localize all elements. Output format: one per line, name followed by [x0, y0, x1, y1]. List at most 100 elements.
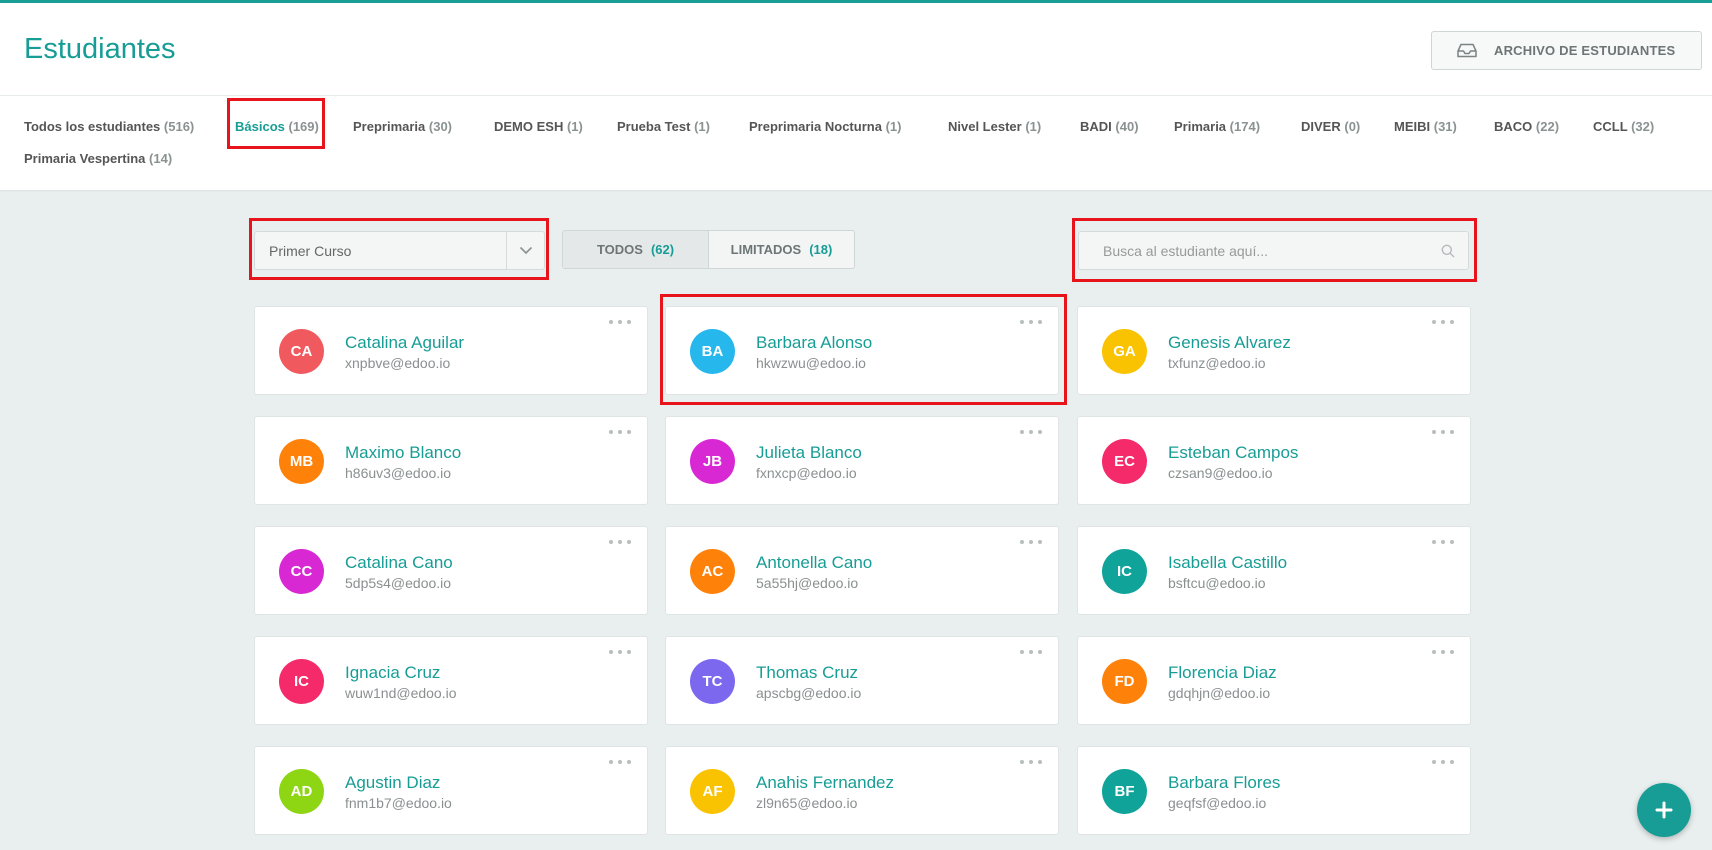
filter-todos-button[interactable]: TODOS (62) — [563, 231, 709, 268]
student-email: txfunz@edoo.io — [1168, 355, 1266, 371]
student-card[interactable]: AD Agustin Diaz fnm1b7@edoo.io — [254, 746, 648, 835]
more-options-icon[interactable] — [1020, 645, 1042, 659]
student-card[interactable]: BA Barbara Alonso hkwzwu@edoo.io — [665, 306, 1059, 395]
tab-meibi[interactable]: MEIBI (31) — [1394, 119, 1457, 134]
plus-icon — [1655, 801, 1673, 819]
student-card[interactable]: CC Catalina Cano 5dp5s4@edoo.io — [254, 526, 648, 615]
tab-primaria-vespertina[interactable]: Primaria Vespertina (14) — [24, 151, 172, 166]
page-title: Estudiantes — [24, 33, 176, 65]
tab-preprimaria[interactable]: Preprimaria (30) — [353, 119, 452, 134]
student-card[interactable]: IC Isabella Castillo bsftcu@edoo.io — [1077, 526, 1471, 615]
avatar: MB — [279, 439, 324, 484]
student-card[interactable]: IC Ignacia Cruz wuw1nd@edoo.io — [254, 636, 648, 725]
header-divider — [0, 95, 1712, 96]
more-options-icon[interactable] — [609, 755, 631, 769]
avatar: AC — [690, 549, 735, 594]
more-options-icon[interactable] — [1020, 755, 1042, 769]
avatar: CA — [279, 329, 324, 374]
filter-limitados-button[interactable]: LIMITADOS (18) — [709, 231, 854, 268]
student-name[interactable]: Agustin Diaz — [345, 773, 440, 793]
more-options-icon[interactable] — [609, 535, 631, 549]
avatar: TC — [690, 659, 735, 704]
tab-baco[interactable]: BACO (22) — [1494, 119, 1559, 134]
add-student-button[interactable] — [1637, 783, 1691, 837]
tab-prueba-test[interactable]: Prueba Test (1) — [617, 119, 710, 134]
tab-diver[interactable]: DIVER (0) — [1301, 119, 1360, 134]
student-card[interactable]: BF Barbara Flores geqfsf@edoo.io — [1077, 746, 1471, 835]
student-email: hkwzwu@edoo.io — [756, 355, 866, 371]
tab-basicos[interactable]: Básicos (169) — [235, 119, 319, 134]
more-options-icon[interactable] — [609, 645, 631, 659]
avatar: IC — [279, 659, 324, 704]
avatar: JB — [690, 439, 735, 484]
student-name[interactable]: Genesis Alvarez — [1168, 333, 1291, 353]
student-name[interactable]: Thomas Cruz — [756, 663, 858, 683]
avatar: IC — [1102, 549, 1147, 594]
student-email: xnpbve@edoo.io — [345, 355, 451, 371]
student-card[interactable]: TC Thomas Cruz apscbg@edoo.io — [665, 636, 1059, 725]
avatar: BA — [690, 329, 735, 374]
student-name[interactable]: Isabella Castillo — [1168, 553, 1287, 573]
page-header: Estudiantes ARCHIVO DE ESTUDIANTES Todos… — [0, 0, 1712, 190]
student-email: fnm1b7@edoo.io — [345, 795, 452, 811]
avatar: EC — [1102, 439, 1147, 484]
more-options-icon[interactable] — [1020, 535, 1042, 549]
student-status-filter: TODOS (62) LIMITADOS (18) — [562, 230, 855, 269]
student-card[interactable]: AC Antonella Cano 5a55hj@edoo.io — [665, 526, 1059, 615]
student-name[interactable]: Anahis Fernandez — [756, 773, 894, 793]
student-name[interactable]: Ignacia Cruz — [345, 663, 440, 683]
student-email: h86uv3@edoo.io — [345, 465, 452, 481]
student-name[interactable]: Barbara Alonso — [756, 333, 872, 353]
student-card[interactable]: AF Anahis Fernandez zl9n65@edoo.io — [665, 746, 1059, 835]
student-email: czsan9@edoo.io — [1168, 465, 1273, 481]
more-options-icon[interactable] — [609, 425, 631, 439]
student-email: fxnxcp@edoo.io — [756, 465, 857, 481]
student-card[interactable]: FD Florencia Diaz gdqhjn@edoo.io — [1077, 636, 1471, 725]
student-name[interactable]: Barbara Flores — [1168, 773, 1280, 793]
student-email: apscbg@edoo.io — [756, 685, 862, 701]
student-card[interactable]: MB Maximo Blanco h86uv3@edoo.io — [254, 416, 648, 505]
student-name[interactable]: Maximo Blanco — [345, 443, 461, 463]
avatar: CC — [279, 549, 324, 594]
course-select-value: Primer Curso — [269, 242, 352, 259]
student-card[interactable]: CA Catalina Aguilar xnpbve@edoo.io — [254, 306, 648, 395]
avatar: GA — [1102, 329, 1147, 374]
more-options-icon[interactable] — [1432, 535, 1454, 549]
more-options-icon[interactable] — [1020, 315, 1042, 329]
student-card[interactable]: GA Genesis Alvarez txfunz@edoo.io — [1077, 306, 1471, 395]
more-options-icon[interactable] — [1432, 645, 1454, 659]
student-email: zl9n65@edoo.io — [756, 795, 858, 811]
student-card[interactable]: JB Julieta Blanco fxnxcp@edoo.io — [665, 416, 1059, 505]
student-search — [1078, 231, 1469, 270]
student-name[interactable]: Julieta Blanco — [756, 443, 862, 463]
tab-preprimaria-nocturna[interactable]: Preprimaria Nocturna (1) — [749, 119, 901, 134]
more-options-icon[interactable] — [1432, 755, 1454, 769]
search-input[interactable] — [1079, 232, 1428, 269]
student-name[interactable]: Florencia Diaz — [1168, 663, 1277, 683]
avatar: AD — [279, 769, 324, 814]
avatar: FD — [1102, 659, 1147, 704]
more-options-icon[interactable] — [1432, 315, 1454, 329]
archive-students-button[interactable]: ARCHIVO DE ESTUDIANTES — [1431, 31, 1702, 70]
student-name[interactable]: Catalina Cano — [345, 553, 453, 573]
tab-todos-los-estudiantes[interactable]: Todos los estudiantes (516) — [24, 119, 194, 134]
avatar: BF — [1102, 769, 1147, 814]
student-email: wuw1nd@edoo.io — [345, 685, 457, 701]
student-name[interactable]: Catalina Aguilar — [345, 333, 464, 353]
more-options-icon[interactable] — [1432, 425, 1454, 439]
course-select[interactable]: Primer Curso — [254, 231, 545, 270]
tab-nivel-lester[interactable]: Nivel Lester (1) — [948, 119, 1041, 134]
tab-demo-esh[interactable]: DEMO ESH (1) — [494, 119, 583, 134]
more-options-icon[interactable] — [609, 315, 631, 329]
student-name[interactable]: Antonella Cano — [756, 553, 872, 573]
tab-primaria[interactable]: Primaria (174) — [1174, 119, 1260, 134]
more-options-icon[interactable] — [1020, 425, 1042, 439]
chevron-down-icon[interactable] — [506, 232, 544, 269]
student-name[interactable]: Esteban Campos — [1168, 443, 1298, 463]
student-email: 5dp5s4@edoo.io — [345, 575, 452, 591]
student-card[interactable]: EC Esteban Campos czsan9@edoo.io — [1077, 416, 1471, 505]
tab-badi[interactable]: BADI (40) — [1080, 119, 1139, 134]
student-email: bsftcu@edoo.io — [1168, 575, 1266, 591]
tab-ccll[interactable]: CCLL (32) — [1593, 119, 1654, 134]
archive-students-label: ARCHIVO DE ESTUDIANTES — [1494, 43, 1676, 58]
